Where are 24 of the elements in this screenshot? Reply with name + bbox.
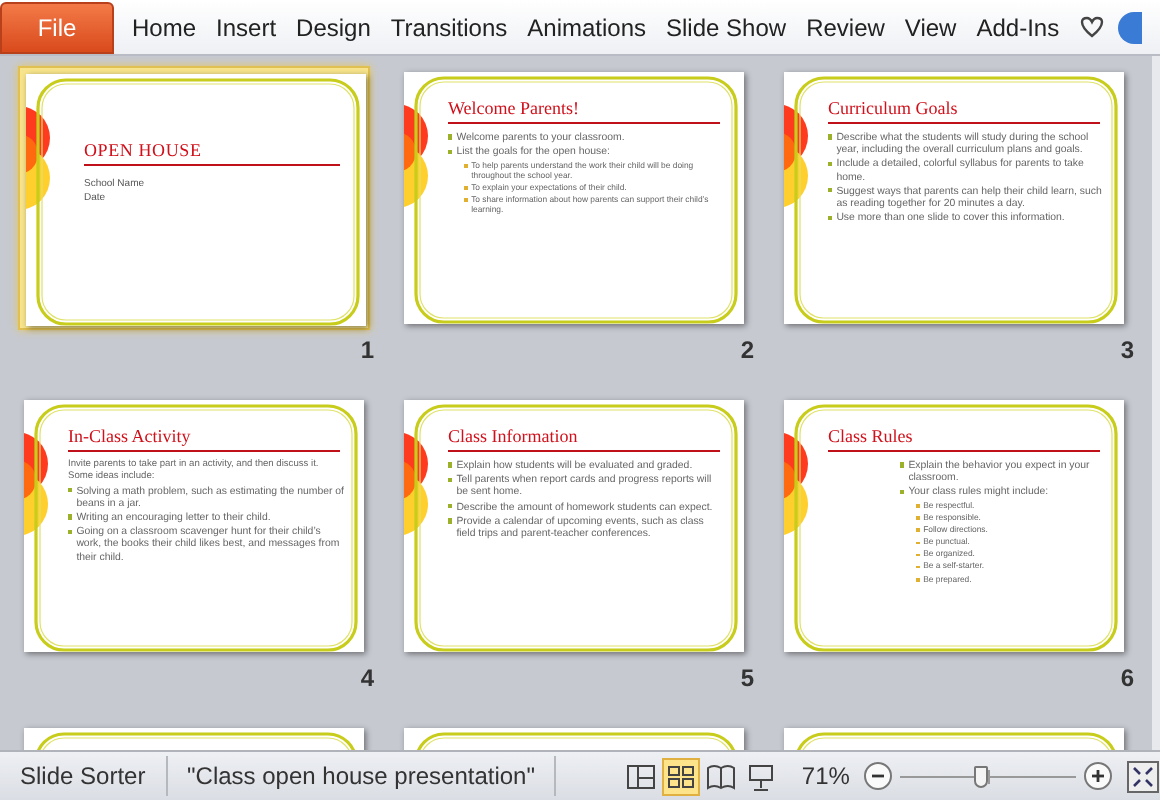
- ribbon-tab[interactable]: View: [894, 5, 967, 49]
- ribbon-tab[interactable]: Insert: [206, 5, 287, 49]
- ribbon-tab[interactable]: Animations: [517, 5, 657, 49]
- slide-title: In-Class Activity: [68, 426, 340, 452]
- slide-title: Class Rules: [828, 426, 1100, 452]
- slide-number: 1: [358, 334, 376, 368]
- slide-number: 4: [358, 662, 376, 696]
- slide-number: 2: [738, 334, 756, 368]
- slide-title: OPEN HOUSE: [84, 140, 340, 166]
- ribbon-tab[interactable]: Home: [122, 5, 207, 49]
- slide-title: Class Information: [448, 426, 720, 452]
- ribbon-tab[interactable]: Review: [796, 5, 895, 49]
- file-name: "Class open house presentation": [185, 762, 537, 790]
- ribbon-tab[interactable]: Slide Show: [656, 5, 797, 49]
- slide-number: 3: [1118, 334, 1136, 368]
- slide-title: Welcome Parents!: [448, 98, 720, 124]
- slide-number: 5: [738, 662, 756, 696]
- slide-title: Curriculum Goals: [828, 98, 1100, 124]
- view-name: Slide Sorter: [18, 762, 148, 790]
- zoom-level: 71%: [799, 762, 852, 790]
- ribbon-tab[interactable]: Add-Ins: [966, 5, 1070, 49]
- slide-number: 6: [1118, 662, 1136, 696]
- ribbon-tab[interactable]: Design: [286, 5, 381, 49]
- ribbon-tab[interactable]: Transitions: [380, 5, 518, 49]
